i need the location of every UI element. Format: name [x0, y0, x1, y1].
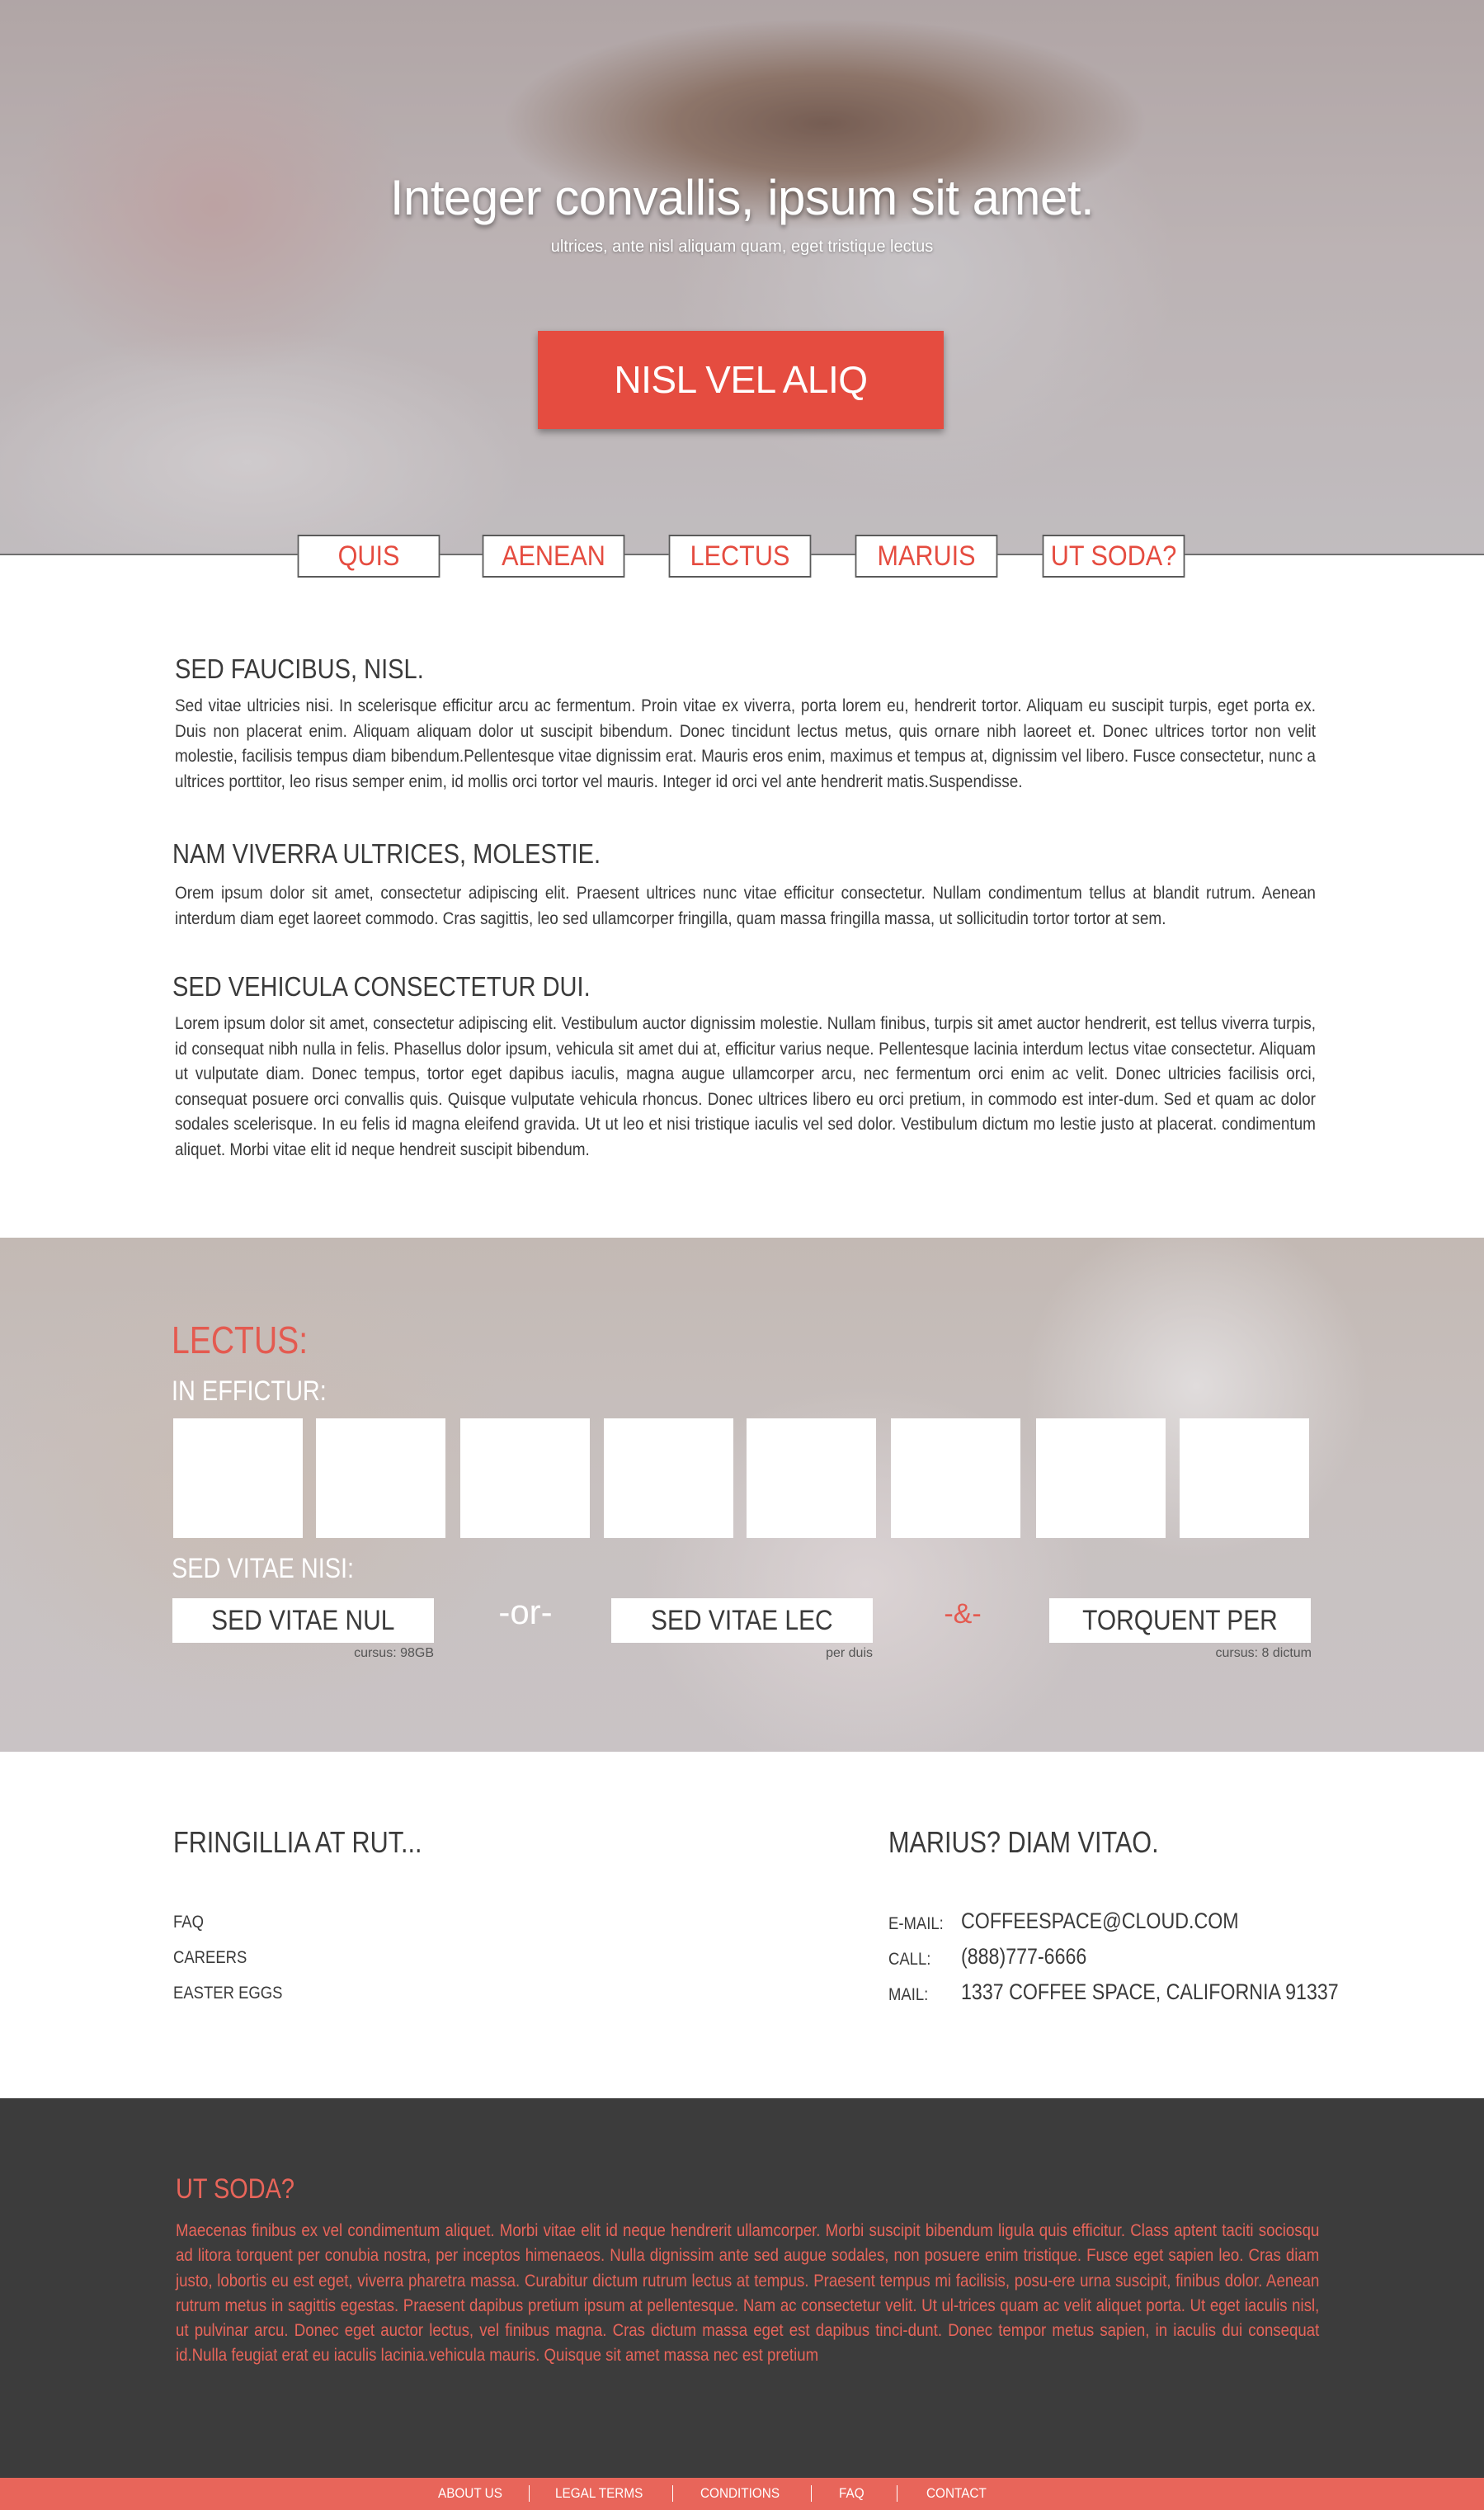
footer-link-easter-eggs[interactable]: EASTER EGGS — [173, 1984, 282, 2003]
swatch-tile[interactable] — [316, 1418, 445, 1538]
footer-divider — [529, 2485, 530, 2502]
tab-aenean[interactable]: AENEAN — [482, 535, 625, 578]
links-title: FRINGILLIA AT RUT... — [173, 1825, 422, 1859]
article-title: SED FAUCIBUS, NISL. — [175, 653, 424, 684]
footer-divider — [672, 2485, 673, 2502]
hero-subtitle: ultrices, ante nisl aliquam quam, eget t… — [550, 238, 934, 256]
article-title: SED VEHICULA CONSECTETUR DUI. — [172, 971, 591, 1002]
footer-nav-conditions[interactable]: CONDITIONS — [700, 2485, 780, 2502]
swatch-tile[interactable] — [173, 1418, 303, 1538]
contact-phone[interactable]: (888)777-6666 — [961, 1944, 1086, 1970]
separator-or: -or- — [498, 1592, 553, 1631]
about-body: Maecenas finibus ex vel condimentum aliq… — [176, 2220, 1320, 2366]
footer-nav-contact[interactable]: CONTACT — [926, 2485, 987, 2502]
footer-link-faq[interactable]: FAQ — [173, 1913, 204, 1932]
lectus-subheading: SED VITAE NISI: — [172, 1553, 355, 1584]
option-caption: per duis — [826, 1646, 873, 1660]
option-box[interactable]: TORQUENT PER — [1049, 1598, 1311, 1643]
swatch-tile[interactable] — [460, 1418, 590, 1538]
option-label: SED VITAE LEC — [651, 1605, 833, 1636]
separator-and: -&- — [944, 1598, 982, 1630]
option-box[interactable]: SED VITAE LEC — [611, 1598, 873, 1643]
swatch-tile[interactable] — [747, 1418, 876, 1538]
article-body: Sed vitae ultricies nisi. In scelerisque… — [175, 696, 1316, 791]
footer-nav-about-us[interactable]: ABOUT US — [438, 2485, 502, 2502]
footer-link-careers[interactable]: CAREERS — [173, 1948, 247, 1968]
contact-label: E-MAIL: — [888, 1914, 944, 1933]
hero-cta-button[interactable]: NISL VEL ALIQ — [538, 331, 944, 429]
lectus-heading: LECTUS: — [172, 1319, 309, 1361]
contact-email[interactable]: COFFEESPACE@CLOUD.COM — [961, 1908, 1239, 1934]
option-box[interactable]: SED VITAE NUL — [172, 1598, 434, 1643]
article-title: NAM VIVERRA ULTRICES, MOLESTIE. — [172, 838, 601, 869]
contact-label: CALL: — [888, 1950, 931, 1969]
footer-nav-legal-terms[interactable]: LEGAL TERMS — [555, 2485, 643, 2502]
hero-overlay — [0, 0, 1484, 554]
swatch-tile[interactable] — [604, 1418, 733, 1538]
swatch-tile[interactable] — [1036, 1418, 1166, 1538]
tab-quis[interactable]: QUIS — [297, 535, 440, 578]
tab-ut-soda[interactable]: UT SODA? — [1042, 535, 1185, 578]
footer-divider — [811, 2485, 812, 2502]
hero-title: Integer convallis, ipsum sit amet. — [389, 170, 1095, 225]
tab-lectus[interactable]: LECTUS — [668, 535, 812, 578]
option-label: SED VITAE NUL — [211, 1605, 395, 1636]
about-title: UT SODA? — [176, 2173, 295, 2205]
swatch-tile[interactable] — [1180, 1418, 1309, 1538]
footer-nav-faq[interactable]: FAQ — [839, 2485, 864, 2502]
option-label: TORQUENT PER — [1082, 1605, 1278, 1636]
article-body: Lorem ipsum dolor sit amet, consectetur … — [175, 1013, 1316, 1159]
contact-address: 1337 COFFEE SPACE, CALIFORNIA 91337 — [961, 1979, 1339, 2004]
tab-maruis[interactable]: MARUIS — [855, 535, 998, 578]
contact-title: MARIUS? DIAM VITAO. — [888, 1825, 1159, 1859]
option-caption: cursus: 98GB — [354, 1646, 434, 1660]
hero-banner — [0, 0, 1484, 555]
lectus-subheading: IN EFFICTUR: — [172, 1375, 327, 1407]
swatch-tile[interactable] — [891, 1418, 1020, 1538]
option-caption: cursus: 8 dictum — [1215, 1646, 1312, 1660]
article-body: Orem ipsum dolor sit amet, consectetur a… — [175, 883, 1316, 928]
contact-label: MAIL: — [888, 1985, 929, 2004]
